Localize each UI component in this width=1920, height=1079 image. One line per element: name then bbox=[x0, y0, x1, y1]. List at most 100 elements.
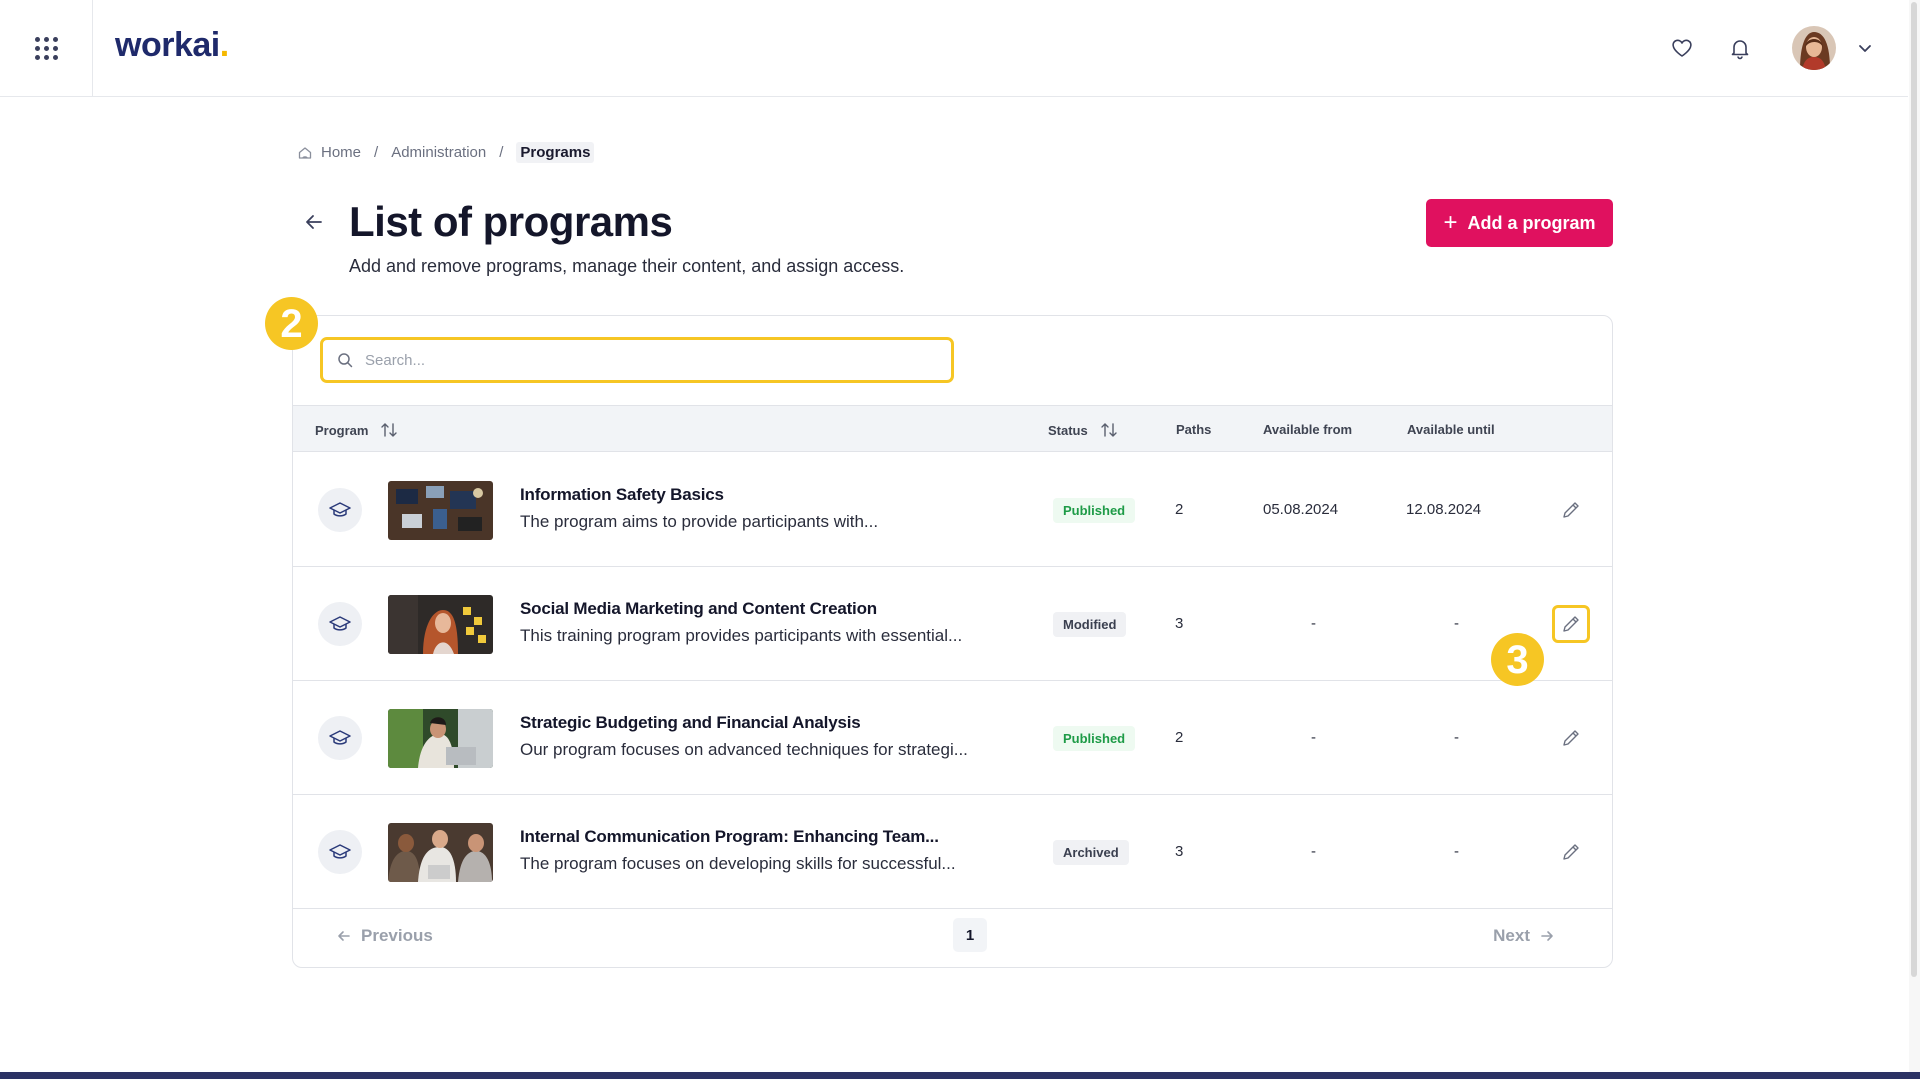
program-title[interactable]: Social Media Marketing and Content Creat… bbox=[520, 599, 877, 619]
edit-button[interactable] bbox=[1552, 719, 1590, 757]
breadcrumb-separator: / bbox=[499, 144, 504, 161]
program-description: The program focuses on developing skills… bbox=[520, 854, 956, 873]
program-type-badge bbox=[318, 602, 362, 646]
table-row[interactable]: Strategic Budgeting and Financial Analys… bbox=[293, 681, 1612, 795]
grid-icon bbox=[34, 36, 58, 60]
account-menu-button[interactable] bbox=[1853, 36, 1877, 60]
available-until: 12.08.2024 bbox=[1406, 501, 1482, 518]
available-until: - bbox=[1454, 615, 1459, 632]
graduation-cap-icon bbox=[329, 730, 351, 745]
breadcrumb-current: Programs bbox=[516, 142, 595, 163]
breadcrumb: Home / Administration / Programs bbox=[297, 142, 595, 163]
scroll-thumb[interactable] bbox=[1911, 2, 1917, 977]
breadcrumb-separator: / bbox=[374, 144, 379, 161]
back-button[interactable] bbox=[300, 208, 328, 236]
paths-count: 2 bbox=[1175, 729, 1184, 746]
search-field[interactable] bbox=[320, 337, 954, 383]
edit-button[interactable] bbox=[1552, 833, 1590, 871]
step-badge-search: 2 bbox=[265, 297, 318, 350]
status-badge: Published bbox=[1053, 726, 1136, 751]
column-paths: Paths bbox=[1176, 422, 1212, 437]
edit-button[interactable] bbox=[1552, 491, 1590, 529]
column-status[interactable]: Status bbox=[1048, 421, 1118, 439]
add-program-label: Add a program bbox=[1467, 212, 1596, 233]
status-badge: Archived bbox=[1053, 840, 1129, 865]
logo[interactable]: workai. bbox=[115, 26, 229, 65]
program-thumbnail bbox=[388, 595, 493, 654]
available-until: - bbox=[1454, 843, 1459, 860]
pencil-icon bbox=[1563, 502, 1579, 518]
table-row[interactable]: Information Safety Basics The program ai… bbox=[293, 453, 1612, 567]
program-title[interactable]: Information Safety Basics bbox=[520, 485, 724, 505]
pagination: Previous 1 Next bbox=[293, 906, 1612, 967]
page-subtitle: Add and remove programs, manage their co… bbox=[349, 256, 905, 276]
notifications-button[interactable] bbox=[1720, 28, 1760, 68]
bottom-bar bbox=[0, 1072, 1920, 1079]
available-from: - bbox=[1311, 615, 1316, 632]
available-from: 05.08.2024 bbox=[1263, 501, 1339, 518]
program-type-badge bbox=[318, 716, 362, 760]
column-available-from: Available from bbox=[1263, 422, 1353, 437]
table-header: Program Status Paths Available from Avai… bbox=[293, 405, 1612, 452]
program-title[interactable]: Strategic Budgeting and Financial Analys… bbox=[520, 713, 861, 733]
program-title[interactable]: Internal Communication Program: Enhancin… bbox=[520, 827, 939, 847]
program-description: Our program focuses on advanced techniqu… bbox=[520, 740, 968, 759]
graduation-cap-icon bbox=[329, 502, 351, 517]
page-scrollbar[interactable] bbox=[1909, 0, 1920, 1079]
paths-count: 3 bbox=[1175, 843, 1184, 860]
program-description: This training program provides participa… bbox=[520, 626, 963, 645]
status-badge: Modified bbox=[1053, 612, 1127, 637]
available-from: - bbox=[1311, 843, 1316, 860]
program-thumbnail bbox=[388, 481, 493, 540]
sort-icon[interactable] bbox=[1100, 421, 1118, 439]
breadcrumb-home[interactable]: Home bbox=[321, 144, 361, 161]
heart-icon bbox=[1672, 39, 1692, 57]
search-icon bbox=[338, 353, 353, 368]
previous-label: Previous bbox=[361, 926, 433, 945]
home-icon bbox=[298, 146, 312, 159]
program-description: The program aims to provide participants… bbox=[520, 512, 879, 531]
pencil-icon bbox=[1563, 730, 1579, 746]
favorites-button[interactable] bbox=[1662, 28, 1702, 68]
breadcrumb-administration[interactable]: Administration bbox=[391, 144, 486, 161]
pencil-icon bbox=[1563, 844, 1579, 860]
available-from: - bbox=[1311, 729, 1316, 746]
column-status-label: Status bbox=[1048, 422, 1088, 438]
graduation-cap-icon bbox=[329, 616, 351, 631]
paths-count: 3 bbox=[1175, 615, 1184, 632]
next-label: Next bbox=[1493, 926, 1530, 945]
step-badge-edit: 3 bbox=[1491, 633, 1544, 686]
previous-page-button[interactable]: Previous bbox=[335, 926, 433, 946]
next-page-button[interactable]: Next bbox=[1493, 926, 1556, 946]
chevron-down-icon bbox=[1859, 45, 1871, 52]
search-input[interactable] bbox=[365, 351, 925, 369]
column-available-until: Available until bbox=[1407, 422, 1495, 437]
paths-count: 2 bbox=[1175, 501, 1184, 518]
available-until: - bbox=[1454, 729, 1459, 746]
app-launcher-button[interactable] bbox=[0, 0, 93, 96]
bell-icon bbox=[1731, 40, 1749, 60]
edit-button[interactable] bbox=[1552, 605, 1590, 643]
graduation-cap-icon bbox=[329, 844, 351, 859]
pencil-icon bbox=[1563, 616, 1579, 632]
status-badge: Published bbox=[1053, 498, 1136, 523]
column-program[interactable]: Program bbox=[315, 421, 398, 439]
page-title: List of programs bbox=[349, 198, 673, 245]
page-number[interactable]: 1 bbox=[953, 918, 987, 952]
program-type-badge bbox=[318, 830, 362, 874]
program-type-badge bbox=[318, 488, 362, 532]
programs-card: Program Status Paths Available from Avai… bbox=[292, 315, 1613, 968]
arrow-left-icon bbox=[306, 215, 322, 229]
arrow-right-icon bbox=[1541, 931, 1553, 941]
table-row[interactable]: Social Media Marketing and Content Creat… bbox=[293, 567, 1612, 681]
avatar[interactable] bbox=[1792, 26, 1836, 70]
program-thumbnail bbox=[388, 709, 493, 768]
column-program-label: Program bbox=[315, 422, 369, 438]
arrow-left-icon bbox=[338, 931, 350, 941]
top-bar: workai. bbox=[0, 0, 1908, 97]
table-row[interactable]: Internal Communication Program: Enhancin… bbox=[293, 795, 1612, 909]
add-program-button[interactable]: + Add a program bbox=[1426, 199, 1613, 247]
plus-icon: + bbox=[1443, 209, 1458, 236]
sort-icon[interactable] bbox=[380, 421, 398, 439]
program-thumbnail bbox=[388, 823, 493, 882]
